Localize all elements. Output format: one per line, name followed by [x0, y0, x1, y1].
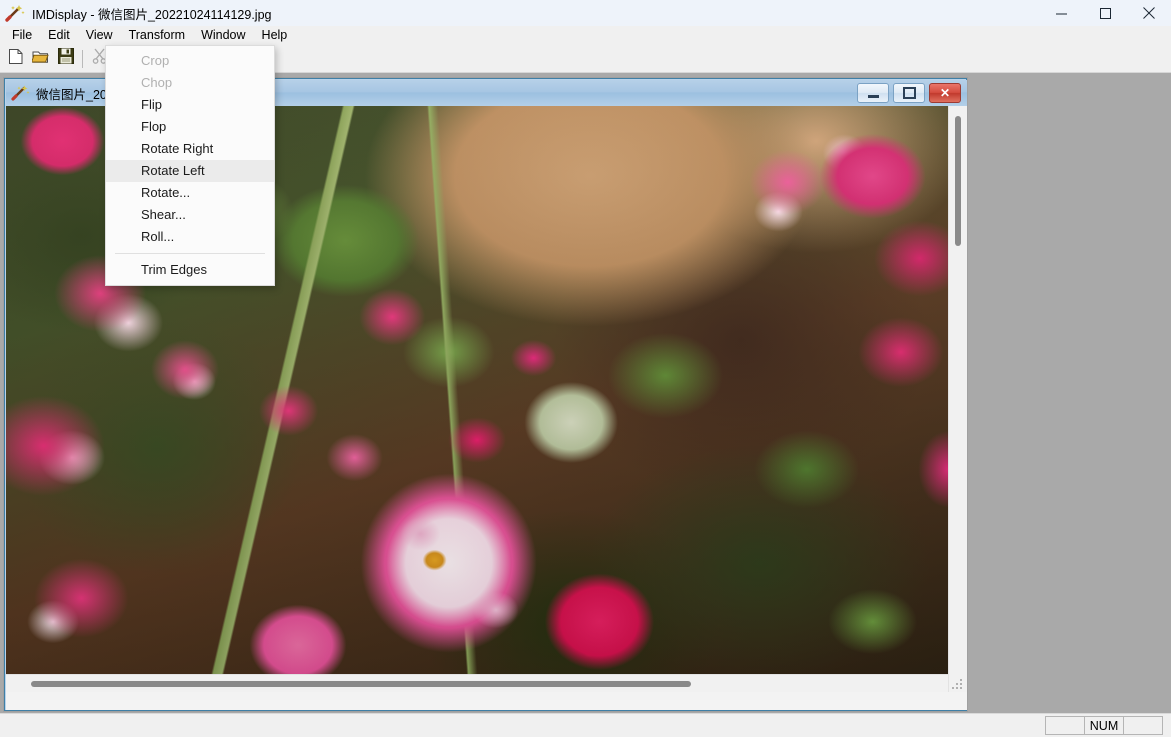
menu-transform[interactable]: Transform [121, 26, 194, 45]
minimize-button[interactable] [1039, 0, 1083, 26]
main-title-bar: IMDisplay - 微信图片_20221024114129.jpg [0, 0, 1171, 27]
menu-edit[interactable]: Edit [40, 26, 78, 45]
window-controls [1039, 0, 1171, 26]
child-minimize-button[interactable] [857, 83, 889, 103]
resize-grip[interactable] [951, 676, 965, 690]
child-window-controls: ✕ [857, 83, 961, 103]
horizontal-scrollbar-thumb[interactable] [31, 681, 691, 687]
menu-separator [115, 253, 265, 254]
status-bar: NUM [0, 713, 1171, 737]
child-close-button[interactable]: ✕ [929, 83, 961, 103]
open-file-button[interactable] [28, 47, 53, 71]
menu-help[interactable]: Help [254, 26, 296, 45]
menu-file[interactable]: File [4, 26, 40, 45]
vertical-scrollbar-thumb[interactable] [955, 116, 961, 246]
imdisplay-application-window: IMDisplay - 微信图片_20221024114129.jpg File… [0, 0, 1171, 737]
open-folder-icon [30, 48, 50, 69]
close-icon: ✕ [939, 86, 951, 100]
menu-item-flip[interactable]: Flip [106, 94, 274, 116]
imagemagick-wand-icon [11, 84, 31, 102]
minimize-icon [867, 94, 879, 98]
save-floppy-icon [57, 48, 74, 69]
menu-item-crop: Crop [141, 53, 170, 68]
menu-item-roll[interactable]: Roll... [106, 226, 274, 248]
menu-item-rotate-right[interactable]: Rotate Right [106, 138, 274, 160]
vertical-scrollbar[interactable] [948, 106, 967, 692]
menu-item-rotate-left[interactable]: Rotate Left [106, 160, 274, 182]
close-button[interactable] [1127, 0, 1171, 26]
toolbar-separator [82, 49, 83, 68]
save-file-button[interactable] [53, 47, 78, 71]
menu-item-chop: Chop [141, 75, 173, 90]
restore-icon [902, 87, 916, 99]
menu-view[interactable]: View [78, 26, 121, 45]
imagemagick-wand-icon [4, 3, 26, 23]
menu-item-rotate-dialog[interactable]: Rotate... [106, 182, 274, 204]
menu-bar: File Edit View Transform Window Help [0, 26, 1171, 45]
menu-window[interactable]: Window [193, 26, 253, 45]
status-pane-num: NUM [1084, 716, 1124, 735]
status-pane-3 [1123, 716, 1163, 735]
child-restore-button[interactable] [893, 83, 925, 103]
main-window-title: IMDisplay - 微信图片_20221024114129.jpg [32, 7, 272, 22]
maximize-button[interactable] [1083, 0, 1127, 26]
new-file-button[interactable] [3, 47, 28, 71]
transform-dropdown-menu: Crop Chop Flip Flop Rotate Right Rotate … [105, 45, 275, 286]
menu-item-shear[interactable]: Shear... [106, 204, 274, 226]
new-file-icon [8, 48, 24, 70]
menu-item-trim-edges[interactable]: Trim Edges [106, 259, 274, 281]
status-pane-1 [1045, 716, 1085, 735]
horizontal-scrollbar[interactable] [6, 674, 948, 692]
menu-item-flop[interactable]: Flop [106, 116, 274, 138]
